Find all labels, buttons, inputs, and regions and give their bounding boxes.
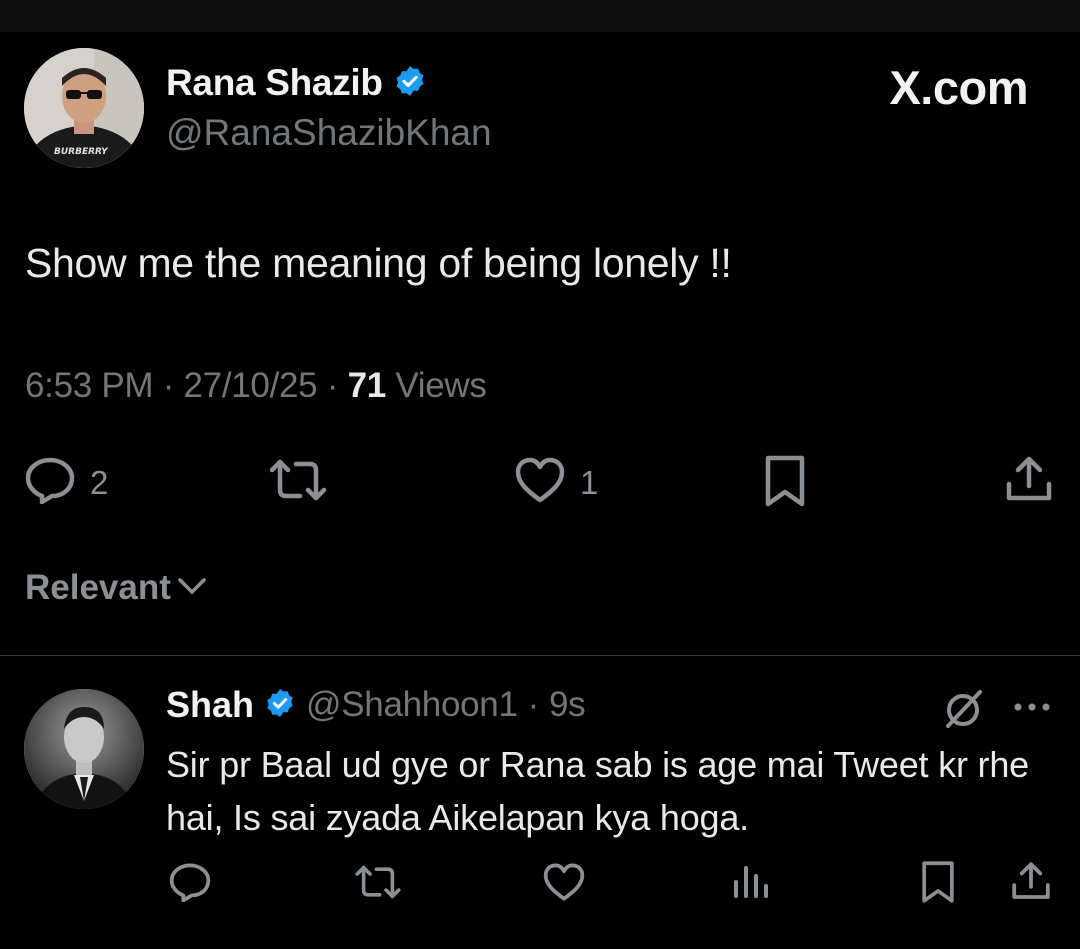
- reply-time[interactable]: 9s: [549, 685, 586, 725]
- tweet-time[interactable]: 6:53 PM: [25, 366, 154, 405]
- author-name-row: Rana Shazib: [166, 62, 427, 104]
- bookmark-icon: [764, 455, 806, 512]
- reply-handle[interactable]: @Shahhoon1: [306, 685, 518, 725]
- grok-icon: [942, 690, 984, 734]
- bookmark-button[interactable]: [764, 454, 806, 513]
- reply-icon: [168, 863, 212, 906]
- like-count: 1: [580, 463, 599, 501]
- share-icon: [1004, 456, 1054, 508]
- more-icon: [1012, 700, 1052, 717]
- reply-header: Shah @Shahhoon1 · 9s: [166, 684, 586, 726]
- reply-like-button[interactable]: [542, 862, 586, 907]
- verified-badge-icon: [393, 64, 427, 103]
- meta-separator: ·: [326, 366, 339, 405]
- reply-text: Sir pr Baal ud gye or Rana sab is age ma…: [166, 744, 1029, 838]
- verified-badge-icon: [264, 687, 296, 724]
- tweet-meta: 6:53 PM · 27/10/25 · 71 Views: [25, 366, 487, 406]
- sort-dropdown[interactable]: Relevant: [25, 568, 207, 608]
- tweet-date[interactable]: 27/10/25: [183, 366, 317, 405]
- brand-logo: X.com: [889, 61, 1028, 114]
- author-display-name[interactable]: Rana Shazib: [166, 62, 383, 104]
- like-icon: [514, 456, 566, 509]
- views-icon: [732, 866, 770, 904]
- retweet-icon: [354, 865, 402, 904]
- avatar-shirt-text: BURBERRY: [54, 147, 109, 157]
- reply-share-button[interactable]: [1010, 860, 1052, 907]
- reply-display-name[interactable]: Shah: [166, 684, 254, 726]
- reply-views-button[interactable]: [732, 862, 770, 905]
- bookmark-icon: [920, 861, 956, 908]
- like-button[interactable]: 1: [514, 456, 598, 509]
- reply-author-avatar[interactable]: [24, 689, 144, 809]
- reply-reply-button[interactable]: [168, 862, 212, 907]
- retweet-button[interactable]: [268, 458, 328, 507]
- grok-button[interactable]: [942, 688, 984, 735]
- meta-separator: ·: [162, 366, 175, 405]
- reply-icon: [24, 456, 76, 509]
- retweet-icon: [268, 458, 328, 507]
- reply-count: 2: [90, 463, 109, 501]
- tweet-text: Show me the meaning of being lonely !!: [25, 240, 732, 286]
- author-avatar[interactable]: BURBERRY: [24, 48, 144, 168]
- share-button[interactable]: [1004, 454, 1054, 509]
- author-handle[interactable]: @RanaShazibKhan: [166, 112, 492, 154]
- like-icon: [542, 863, 586, 906]
- reply-bookmark-button[interactable]: [920, 860, 956, 909]
- status-bar: [0, 0, 1080, 32]
- more-button[interactable]: [1012, 700, 1052, 718]
- views-label: Views: [395, 366, 487, 405]
- section-divider: [0, 655, 1080, 656]
- views-count[interactable]: 71: [348, 366, 387, 405]
- reply-button[interactable]: 2: [24, 456, 108, 509]
- sort-label: Relevant: [25, 568, 171, 607]
- chevron-down-icon: [177, 576, 207, 601]
- reply-separator: ·: [527, 685, 540, 724]
- share-icon: [1010, 862, 1052, 906]
- reply-retweet-button[interactable]: [354, 864, 402, 905]
